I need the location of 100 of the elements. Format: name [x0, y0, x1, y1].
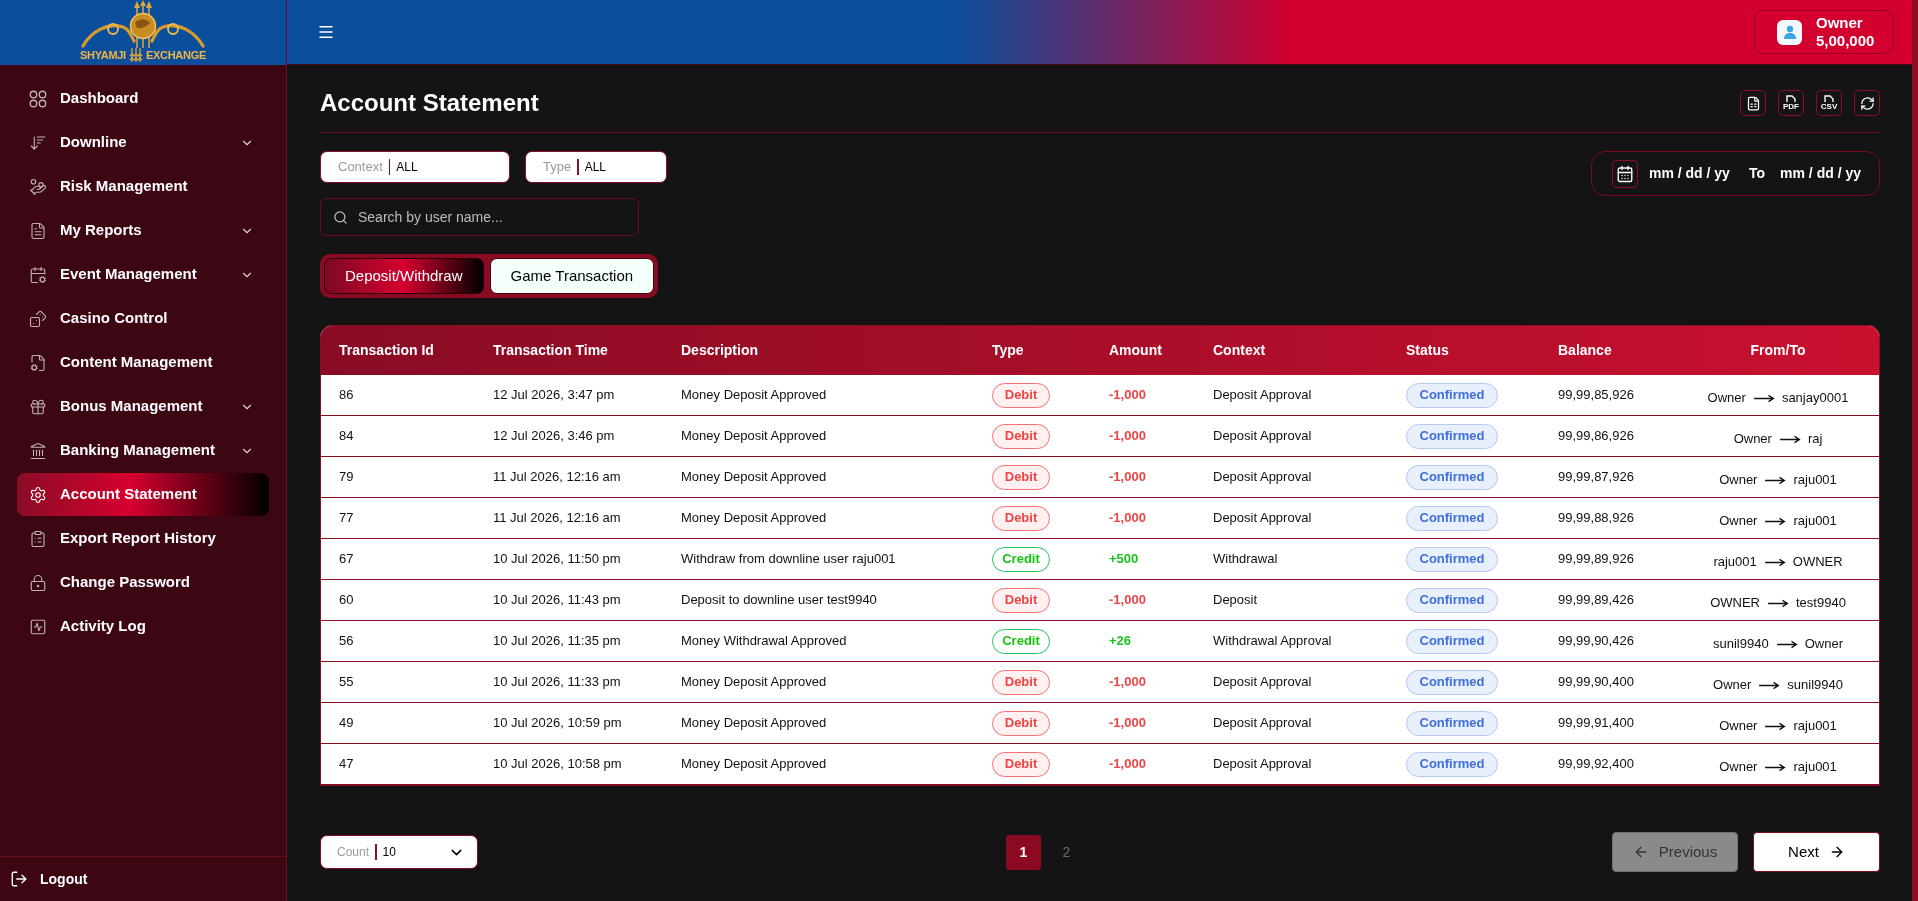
- sidebar-item[interactable]: Banking Management: [17, 429, 269, 472]
- document-gear-icon: [29, 353, 47, 372]
- hand-coins-icon: [29, 177, 47, 196]
- filter-dropdown[interactable]: Type ALL: [525, 151, 667, 183]
- column-header: Context: [1213, 341, 1266, 360]
- sidebar-item[interactable]: Account Statement: [17, 473, 269, 516]
- sidebar-item[interactable]: Bonus Management: [17, 385, 269, 428]
- arrow-right-icon: [1764, 721, 1787, 731]
- sidebar-item[interactable]: Risk Management: [17, 165, 269, 208]
- sidebar-item[interactable]: My Reports: [17, 209, 269, 252]
- transaction-id: 60: [339, 591, 354, 610]
- description: Money Deposit Approved: [681, 468, 827, 487]
- amount: -1,000: [1109, 509, 1146, 528]
- type-badge: Debit: [992, 382, 1050, 408]
- sender-name: raju001: [1713, 553, 1757, 572]
- description: Money Deposit Approved: [681, 673, 827, 692]
- sender-name: Owner: [1713, 676, 1752, 695]
- amount: -1,000: [1109, 591, 1146, 610]
- sort-down-icon: [29, 133, 47, 152]
- status-badge: Confirmed: [1406, 587, 1498, 613]
- column-header: Transaction Time: [493, 341, 608, 360]
- transaction-id: 84: [339, 427, 354, 446]
- description: Money Deposit Approved: [681, 386, 827, 405]
- transaction-time: 11 Jul 2026, 12:16 am: [493, 468, 621, 487]
- sidebar-item[interactable]: Event Management: [17, 253, 269, 296]
- scrollbar[interactable]: [1912, 0, 1918, 901]
- lock-icon: [29, 573, 47, 592]
- sidebar-item[interactable]: Casino Control: [17, 297, 269, 340]
- refresh-button[interactable]: [1854, 90, 1880, 116]
- user-avatar-icon: [1777, 19, 1802, 45]
- menu-icon: [317, 23, 335, 41]
- filter-dropdown[interactable]: Context ALL: [320, 151, 510, 183]
- csv-export-button[interactable]: CSV: [1816, 90, 1842, 116]
- sidebar-item[interactable]: Change Password: [17, 561, 269, 604]
- balance: 99,99,91,400: [1558, 714, 1634, 733]
- sidebar-item[interactable]: Export Report History: [17, 517, 269, 560]
- sidebar-item[interactable]: Activity Log: [17, 605, 269, 648]
- excel-export-button[interactable]: [1740, 90, 1766, 116]
- arrow-right-icon: [1778, 434, 1801, 444]
- next-button[interactable]: Next: [1753, 832, 1880, 872]
- context: Deposit Approval: [1213, 509, 1312, 528]
- transaction-time: 10 Jul 2026, 11:43 pm: [493, 591, 621, 610]
- transaction-time: 12 Jul 2026, 3:47 pm: [493, 386, 615, 405]
- activity-chart-icon: [29, 617, 47, 636]
- type-badge: Debit: [992, 669, 1050, 695]
- description: Money Deposit Approved: [681, 509, 827, 528]
- transaction-time: 12 Jul 2026, 3:46 pm: [493, 427, 615, 446]
- date-field[interactable]: mm / dd / yy: [1780, 163, 1867, 184]
- date-field[interactable]: mm / dd / yy: [1649, 163, 1735, 184]
- balance: 99,99,86,926: [1558, 427, 1634, 446]
- transaction-time: 10 Jul 2026, 10:59 pm: [493, 714, 622, 733]
- context: Deposit Approval: [1213, 755, 1312, 774]
- sender-name: Owner: [1733, 430, 1772, 449]
- type-badge: Debit: [992, 710, 1050, 736]
- arrow-right-icon: [1764, 516, 1787, 526]
- arrow-right-icon: [1764, 475, 1787, 485]
- calendar-gear-icon: [29, 265, 47, 284]
- status-badge: Confirmed: [1406, 382, 1498, 408]
- transaction-time: 10 Jul 2026, 10:58 pm: [493, 755, 622, 774]
- sidebar-item[interactable]: Downline: [17, 121, 269, 164]
- recipient-name: raju001: [1793, 471, 1837, 490]
- circles-grid-icon: [29, 89, 47, 108]
- amount: -1,000: [1109, 468, 1146, 487]
- sidebar-item[interactable]: Content Management: [17, 341, 269, 384]
- logo-text: SHYAMJI: [79, 48, 126, 62]
- balance: 99,99,89,426: [1558, 591, 1634, 610]
- balance: 99,99,89,926: [1558, 550, 1634, 569]
- pdf-export-button[interactable]: PDF: [1778, 90, 1804, 116]
- amount: -1,000: [1109, 386, 1146, 405]
- spreadsheet-icon: [1745, 95, 1761, 111]
- balance: 99,99,90,400: [1558, 673, 1634, 692]
- description: Money Deposit Approved: [681, 427, 827, 446]
- page-button[interactable]: 1: [1006, 834, 1041, 870]
- file-icon: [1824, 95, 1834, 102]
- arrow-right-icon: [1767, 598, 1789, 608]
- column-header: Amount: [1109, 341, 1162, 360]
- status-badge: Confirmed: [1406, 546, 1498, 572]
- recipient-name: test9940: [1796, 594, 1846, 613]
- sidebar-item[interactable]: Dashboard: [17, 77, 269, 120]
- status-badge: Confirmed: [1406, 751, 1498, 777]
- recipient-name: sanjay0001: [1781, 389, 1849, 408]
- status-badge: Confirmed: [1406, 710, 1498, 736]
- recipient-name: Owner: [1804, 635, 1843, 654]
- count-dropdown[interactable]: Count 10: [320, 835, 478, 869]
- clipboard-icon: [29, 529, 47, 548]
- user-account-button[interactable]: Owner 5,00,000: [1754, 10, 1893, 54]
- tab[interactable]: Game Transaction: [489, 258, 655, 294]
- calendar-button[interactable]: [1612, 159, 1638, 188]
- transaction-id: 56: [339, 632, 354, 651]
- transaction-id: 49: [339, 714, 354, 733]
- logout-button[interactable]: Logout: [10, 868, 88, 890]
- sender-name: Owner: [1707, 389, 1746, 408]
- sender-name: Owner: [1719, 717, 1758, 736]
- tab[interactable]: Deposit/Withdraw: [324, 258, 484, 294]
- description: Deposit to downline user test9940: [681, 591, 877, 610]
- context: Deposit: [1213, 591, 1258, 610]
- document-icon: [29, 221, 47, 240]
- balance: 99,99,92,400: [1558, 755, 1634, 774]
- type-badge: Credit: [992, 628, 1050, 654]
- search-field[interactable]: Search by user name...: [320, 198, 639, 236]
